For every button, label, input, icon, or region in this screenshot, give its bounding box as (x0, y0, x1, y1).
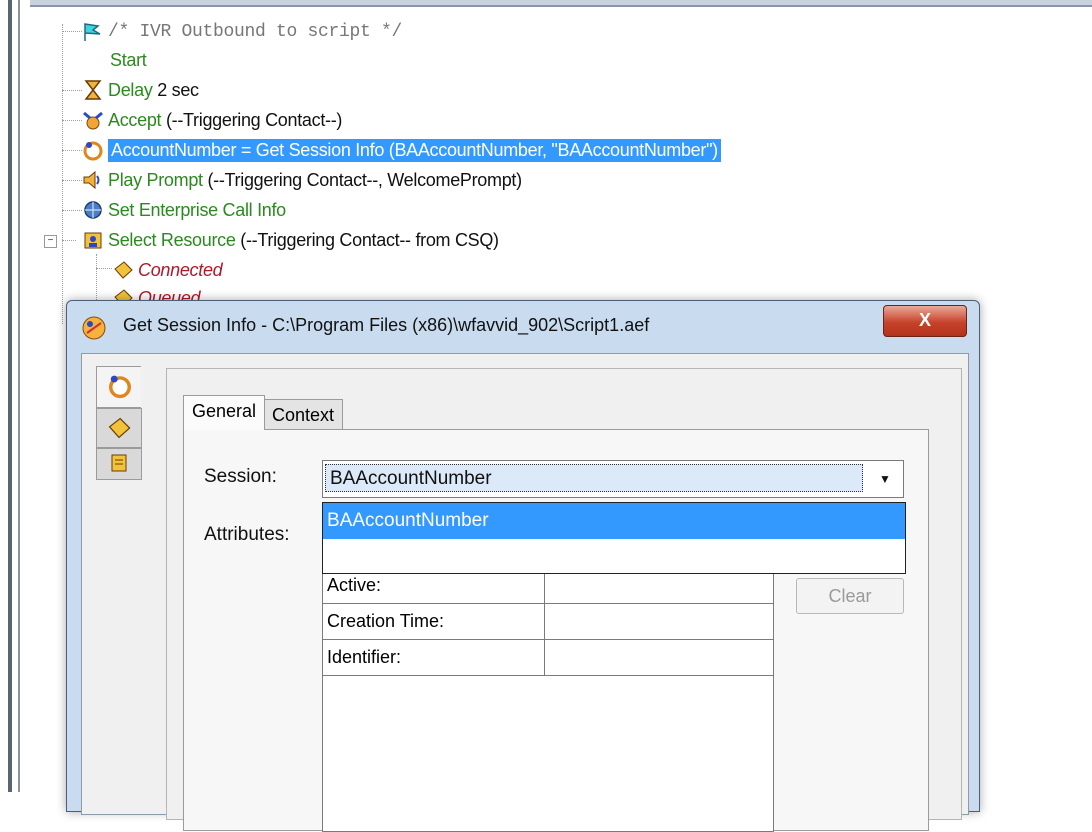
dropdown-option[interactable]: BAAccountNumber (323, 503, 905, 539)
gutter-border-inner (18, 0, 20, 792)
properties-panel: General Context Session: BAAccountNumber… (166, 368, 962, 832)
session-icon (82, 139, 104, 161)
agent-icon (82, 229, 104, 251)
tree-node-play-prompt[interactable]: Play Prompt (--Triggering Contact--, Wel… (82, 166, 522, 194)
session-label: Session: (204, 466, 277, 487)
table-row[interactable]: Creation Time: (323, 603, 773, 640)
side-tab-session[interactable] (96, 366, 141, 408)
script-tree: /* IVR Outbound to script */ Start Delay… (30, 8, 1092, 328)
get-session-info-dialog: Get Session Info - C:\Program Files (x86… (66, 300, 980, 832)
dropdown-arrow-icon[interactable]: ▼ (867, 461, 903, 497)
editor-top-border-line (30, 5, 1092, 7)
flag-icon (82, 21, 104, 43)
session-combobox[interactable]: BAAccountNumber ▼ (322, 460, 904, 498)
collapse-toggle[interactable]: − (44, 235, 57, 248)
clear-button[interactable]: Clear (796, 578, 904, 614)
globe-icon (82, 199, 104, 221)
document-icon (111, 454, 127, 472)
gutter-border (8, 0, 12, 792)
general-tab-body: Session: BAAccountNumber ▼ Attributes: B… (183, 429, 929, 832)
tree-node-accept[interactable]: Accept (--Triggering Contact--) (82, 106, 342, 134)
tree-node-start[interactable]: Start (110, 46, 147, 74)
attribute-name: Identifier: (323, 639, 545, 675)
dialog-title: Get Session Info - C:\Program Files (x86… (123, 315, 650, 335)
attribute-name: Creation Time: (323, 603, 545, 639)
tree-node-connected[interactable]: Connected (112, 256, 223, 284)
session-dropdown-list: BAAccountNumber (322, 502, 906, 574)
tree-node-delay[interactable]: Delay 2 sec (82, 76, 199, 104)
table-row[interactable]: Identifier: (323, 639, 773, 676)
label-icon (108, 417, 131, 439)
speaker-icon (82, 169, 104, 191)
dialog-client-area: General Context Session: BAAccountNumber… (81, 353, 969, 832)
editor-gutter (0, 0, 30, 792)
attributes-table: Active: Creation Time: Identifier: (322, 567, 774, 832)
hourglass-icon (82, 79, 104, 101)
side-tab-label[interactable] (96, 408, 142, 448)
tree-node-enterprise-call-info[interactable]: Set Enterprise Call Info (82, 196, 286, 224)
tag-icon (112, 259, 134, 281)
tree-node-select-resource[interactable]: Select Resource (--Triggering Contact-- … (82, 226, 499, 254)
tab-context[interactable]: Context (263, 399, 344, 430)
session-icon (109, 375, 131, 399)
dialog-titlebar[interactable]: Get Session Info - C:\Program Files (x86… (67, 301, 979, 353)
tree-node-comment[interactable]: /* IVR Outbound to script */ (82, 18, 402, 46)
app-icon (81, 315, 107, 341)
session-value: BAAccountNumber (325, 464, 863, 492)
attributes-label: Attributes: (204, 524, 290, 545)
tree-node-get-session-info[interactable]: AccountNumber = Get Session Info (BAAcco… (82, 136, 721, 164)
accept-icon (82, 109, 104, 131)
close-button[interactable]: X (883, 305, 967, 337)
tab-general[interactable]: General (183, 395, 266, 430)
side-tab-document[interactable] (96, 448, 142, 480)
side-tab-strip (96, 366, 142, 480)
